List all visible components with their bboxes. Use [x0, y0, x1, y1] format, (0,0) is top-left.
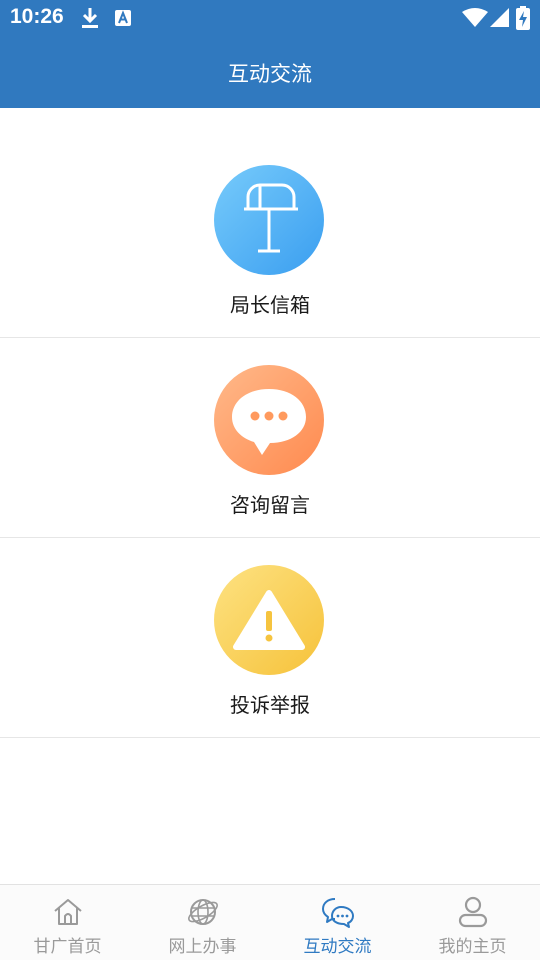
signal-icon	[490, 8, 509, 27]
tab-interaction[interactable]: 互动交流	[270, 885, 405, 960]
entry-label: 咨询留言	[230, 493, 310, 517]
tab-my-page[interactable]: 我的主页	[405, 885, 540, 960]
bottom-tab-bar: 甘广首页 网上办事 互动交流 我的主页	[0, 884, 540, 960]
complaint-report-entry[interactable]: 投诉举报	[0, 538, 540, 738]
entry-label: 投诉举报	[230, 693, 310, 717]
tab-label: 我的主页	[438, 937, 507, 957]
battery-charging-icon	[516, 6, 530, 30]
tab-home[interactable]: 甘广首页	[0, 885, 135, 960]
director-mailbox-entry[interactable]: 局长信箱	[0, 138, 540, 338]
wifi-icon	[462, 8, 488, 27]
tab-label: 互动交流	[303, 937, 372, 957]
tab-label: 甘广首页	[33, 937, 102, 957]
download-icon	[82, 8, 98, 28]
chat-bubble-icon	[214, 365, 324, 475]
consultation-message-entry[interactable]: 咨询留言	[0, 338, 540, 538]
page-title: 互动交流	[228, 62, 312, 86]
home-icon	[53, 899, 82, 925]
status-time: 10:26	[10, 5, 64, 28]
user-icon	[458, 896, 487, 928]
tab-online-services[interactable]: 网上办事	[135, 885, 270, 960]
chat-icon	[321, 898, 354, 928]
app-bar: 10:26 互动交流	[0, 0, 540, 108]
entry-label: 局长信箱	[230, 293, 310, 317]
status-bar: 10:26	[0, 0, 540, 36]
mailbox-icon	[214, 165, 324, 275]
globe-icon	[187, 899, 218, 925]
warning-icon	[214, 565, 324, 675]
keyboard-a-icon	[115, 10, 131, 26]
tab-label: 网上办事	[168, 937, 237, 957]
